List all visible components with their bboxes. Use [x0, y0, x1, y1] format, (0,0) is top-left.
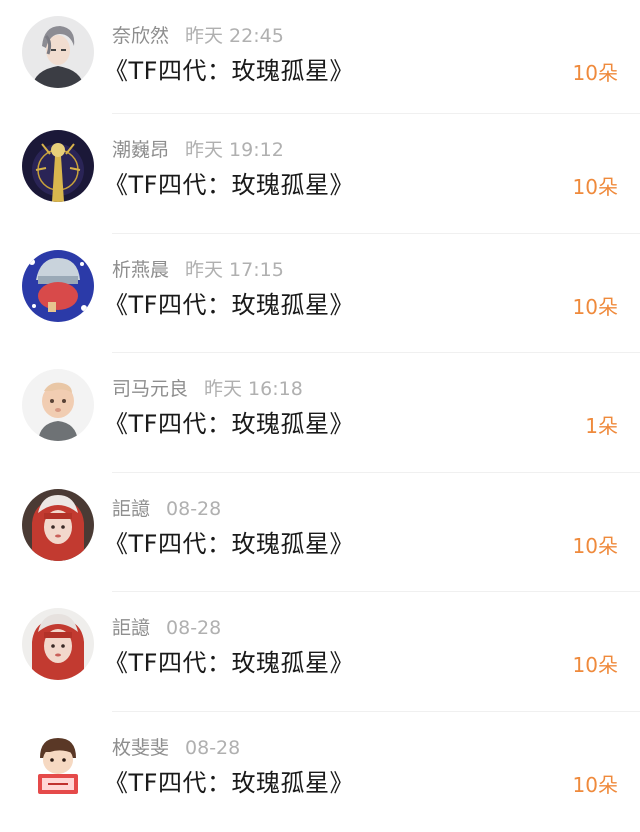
record-meta: 析燕晨 昨天 17:15 — [112, 258, 284, 282]
list-item[interactable]: 司马元良 昨天 16:18 《TF四代：玫瑰孤星》 1朵 — [0, 353, 640, 473]
anime-boy-avatar-icon — [22, 16, 94, 88]
record-meta: 詎譩 08-28 — [112, 497, 221, 521]
record-meta: 奈欣然 昨天 22:45 — [112, 24, 284, 48]
book-title[interactable]: 《TF四代：玫瑰孤星》 — [104, 290, 354, 320]
avatar[interactable] — [22, 608, 94, 680]
avatar[interactable] — [22, 727, 94, 800]
list-item[interactable]: 詎譩 08-28 《TF四代：玫瑰孤星》 10朵 — [0, 473, 640, 592]
cartoon-boy-sign-avatar-icon — [22, 727, 94, 800]
timestamp: 08-28 — [185, 736, 241, 759]
user-name[interactable]: 詎譩 — [112, 498, 150, 520]
flower-count: 10朵 — [572, 653, 618, 677]
book-title[interactable]: 《TF四代：玫瑰孤星》 — [104, 648, 354, 678]
book-title[interactable]: 《TF四代：玫瑰孤星》 — [104, 768, 354, 798]
timestamp: 昨天 19:12 — [185, 139, 284, 161]
timestamp: 昨天 22:45 — [185, 25, 284, 47]
record-meta: 潮巍昂 昨天 19:12 — [112, 138, 284, 162]
list-item[interactable]: 枚斐斐 08-28 《TF四代：玫瑰孤星》 10朵 — [0, 712, 640, 832]
timestamp: 08-28 — [166, 497, 222, 520]
book-title[interactable]: 《TF四代：玫瑰孤星》 — [104, 56, 354, 86]
red-hair-girl-avatar-icon — [22, 608, 94, 680]
ninja-cartoon-avatar-icon — [22, 249, 94, 322]
user-name[interactable]: 詎譩 — [112, 617, 150, 639]
flower-count: 10朵 — [572, 175, 618, 199]
flower-count: 10朵 — [572, 772, 618, 797]
timestamp: 08-28 — [166, 617, 222, 639]
list-item[interactable]: 詎譩 08-28 《TF四代：玫瑰孤星》 10朵 — [0, 592, 640, 712]
baby-photo-avatar-icon — [22, 369, 94, 441]
list-item[interactable]: 潮巍昂 昨天 19:12 《TF四代：玫瑰孤星》 10朵 — [0, 114, 640, 234]
timestamp: 昨天 16:18 — [204, 378, 303, 400]
golden-figure-avatar-icon — [22, 130, 94, 202]
avatar[interactable] — [22, 249, 94, 322]
list-item[interactable]: 奈欣然 昨天 22:45 《TF四代：玫瑰孤星》 10朵 — [0, 0, 640, 114]
gift-record-list: 奈欣然 昨天 22:45 《TF四代：玫瑰孤星》 10朵 潮巍昂 昨天 19:12 … — [0, 0, 640, 832]
avatar[interactable] — [22, 369, 94, 441]
record-meta: 詎譩 08-28 — [112, 616, 221, 640]
user-name[interactable]: 枚斐斐 — [112, 737, 169, 759]
flower-count: 10朵 — [572, 294, 618, 319]
user-name[interactable]: 司马元良 — [112, 378, 188, 400]
record-meta: 司马元良 昨天 16:18 — [112, 377, 303, 401]
book-title[interactable]: 《TF四代：玫瑰孤星》 — [104, 409, 354, 439]
user-name[interactable]: 析燕晨 — [112, 259, 169, 281]
user-name[interactable]: 奈欣然 — [112, 25, 169, 47]
flower-count: 1朵 — [585, 414, 618, 438]
record-meta: 枚斐斐 08-28 — [112, 736, 240, 760]
book-title[interactable]: 《TF四代：玫瑰孤星》 — [104, 170, 354, 200]
flower-count: 10朵 — [572, 533, 618, 558]
red-hair-girl-avatar-icon — [22, 488, 94, 561]
avatar[interactable] — [22, 130, 94, 202]
flower-count: 10朵 — [572, 61, 618, 85]
avatar[interactable] — [22, 488, 94, 561]
timestamp: 昨天 17:15 — [185, 258, 284, 281]
user-name[interactable]: 潮巍昂 — [112, 139, 169, 161]
list-item[interactable]: 析燕晨 昨天 17:15 《TF四代：玫瑰孤星》 10朵 — [0, 234, 640, 353]
avatar[interactable] — [22, 16, 94, 88]
book-title[interactable]: 《TF四代：玫瑰孤星》 — [104, 529, 354, 559]
